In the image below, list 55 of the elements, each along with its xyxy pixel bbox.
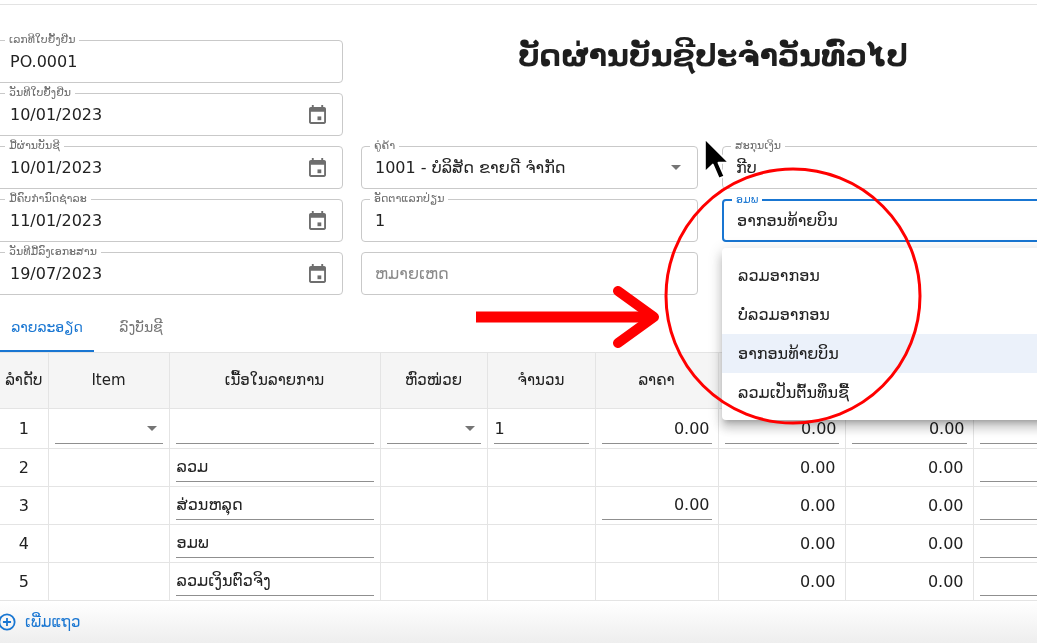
- table-cell: 3: [0, 486, 48, 525]
- field-value: ອາກອນທ້າຍບິນ: [737, 209, 839, 232]
- cell-input[interactable]: 0.00: [601, 414, 712, 444]
- table-cell: 5: [0, 562, 48, 601]
- table-cell: 2: [0, 448, 48, 487]
- calendar-icon[interactable]: [309, 157, 326, 178]
- table-cell: 0.00: [718, 524, 845, 563]
- table-cell: 0.00: [845, 486, 973, 525]
- cell-input[interactable]: ອມພ: [175, 528, 374, 558]
- column-header: ລຳດັບ: [0, 352, 48, 409]
- table-cell: 0.00: [845, 524, 973, 563]
- field-label: ມື້ຄົບກຳນົດຊຳລະ: [5, 192, 91, 206]
- cell-input[interactable]: ສ່ວນຫລຸດ: [175, 490, 374, 520]
- table-cell: 0.00: [718, 486, 845, 525]
- calendar-icon[interactable]: [309, 104, 326, 125]
- column-header: ລາຄາ: [595, 352, 718, 409]
- caret-icon[interactable]: [671, 165, 681, 170]
- caret-icon[interactable]: [464, 426, 475, 431]
- cell-input[interactable]: ລວມ: [175, 452, 374, 482]
- field-value: PO.0001: [10, 50, 79, 73]
- field-value: 19/07/2023: [10, 262, 104, 285]
- calendar-icon[interactable]: [309, 263, 326, 284]
- cell-input[interactable]: 1: [493, 414, 589, 444]
- cell-input[interactable]: ລວມເງິນຕົວຈິງ: [175, 566, 374, 596]
- column-header: ຈຳນວນ: [487, 352, 595, 409]
- column-header: Item: [48, 352, 169, 409]
- caret-icon[interactable]: [146, 426, 157, 431]
- cell-input[interactable]: 0.00: [601, 490, 712, 520]
- field-label: ວັນທີໃບຍັ້ງຢືນ: [5, 86, 75, 100]
- table-cell: 0.00: [718, 448, 845, 487]
- table-cell: 0.00: [845, 448, 973, 487]
- calendar-icon[interactable]: [309, 210, 326, 231]
- field-value: ກີບ: [736, 156, 758, 179]
- tab[interactable]: ລົງບັນຊີ: [94, 304, 188, 352]
- table-cell: 0.00: [845, 562, 973, 601]
- field-value: 11/01/2023: [10, 209, 104, 232]
- field-value: 1: [375, 209, 387, 232]
- column-header: ຫົວໜ່ວຍ: [380, 352, 487, 409]
- add-row-button[interactable]: ເພີ່ມແຖວ: [0, 611, 81, 634]
- table-cell: 0.00: [718, 562, 845, 601]
- table-cell: 4: [0, 524, 48, 563]
- field-label: ອັດຕາແລກປ່ຽນ: [370, 192, 449, 206]
- column-header: ເນື້ອໃນລາຍການ: [169, 352, 380, 409]
- table-cell: 1: [0, 408, 48, 449]
- field-value: 10/01/2023: [10, 103, 104, 126]
- field-label: ຄູ່ຄ້າ: [370, 139, 400, 153]
- field-label: ວັນທີມື້ລົງເອກະສານ: [5, 245, 101, 259]
- text-field[interactable]: ຫມາຍເຫດ: [361, 252, 698, 295]
- menu-item[interactable]: ອາກອນທ້າຍບິນ: [722, 334, 1037, 373]
- page-title: ບັດຜ່ານບັນຊີປະຈຳວັນທົ່ວໄປ: [518, 36, 909, 76]
- field-label: ມື້ຜ່ານບັນຊີ: [5, 139, 64, 153]
- field-label: ສະກຸນເງິນ: [731, 139, 785, 153]
- field-label: ເລກທີໃບຍັ້ງຢືນ: [5, 33, 80, 47]
- field-value: 10/01/2023: [10, 156, 104, 179]
- field-value: 1001 - ບໍລິສັດ ຂາຍດີ ຈຳກັດ: [375, 156, 567, 179]
